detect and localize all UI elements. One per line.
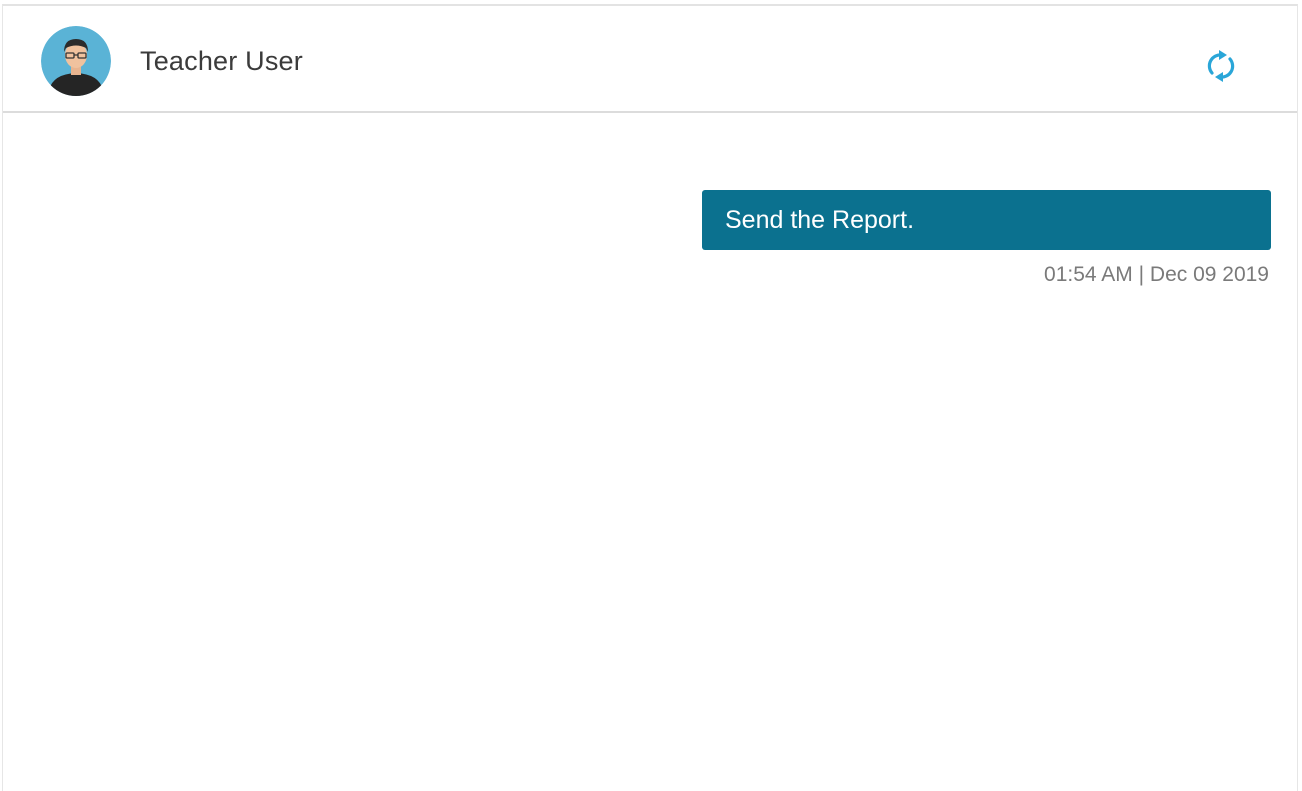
outgoing-message-bubble: Send the Report.: [702, 190, 1271, 250]
refresh-button[interactable]: [1199, 44, 1243, 88]
refresh-icon: [1207, 50, 1235, 82]
chat-header: Teacher User: [3, 6, 1297, 113]
chat-panel: Teacher User Send the Report. 01:54 AM |…: [2, 4, 1298, 791]
avatar[interactable]: [41, 26, 111, 96]
message-timestamp: 01:54 AM | Dec 09 2019: [1044, 263, 1269, 286]
contact-name: Teacher User: [140, 46, 303, 76]
user-avatar-icon: [41, 26, 111, 96]
message-list: Send the Report. 01:54 AM | Dec 09 2019: [3, 113, 1297, 791]
